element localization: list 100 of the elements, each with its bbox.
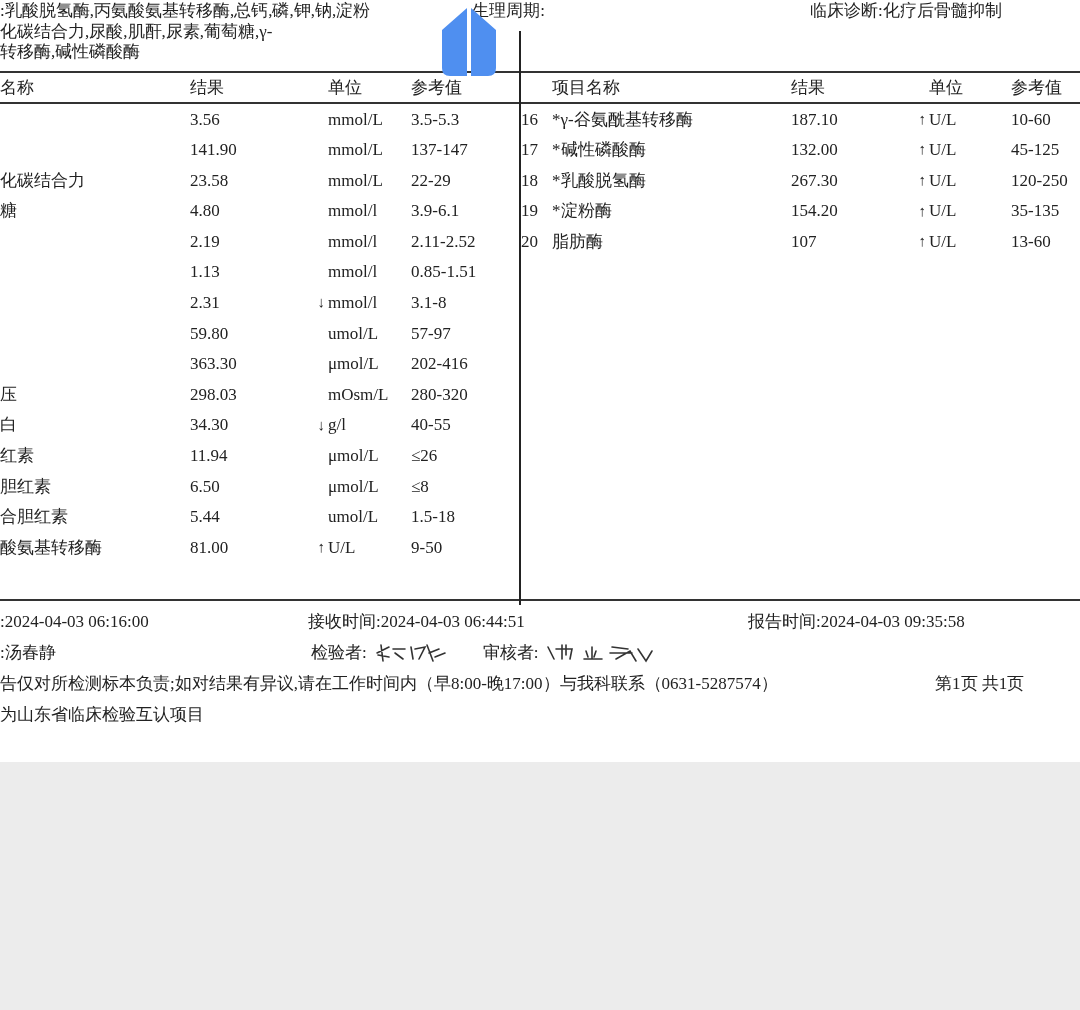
unit-text: μmol/L	[328, 476, 380, 497]
result-value: 5.44	[190, 507, 221, 527]
reviewer-label: 审核者:	[482, 643, 539, 663]
test-name: *γ-谷氨酰基转移酶	[552, 109, 694, 130]
unit-text: mOsm/L	[328, 384, 390, 405]
reference-range: 280-320	[411, 384, 469, 405]
tester-label: 检验者:	[311, 643, 367, 663]
row-number: 17	[521, 140, 539, 160]
column-header: 参考值	[1011, 77, 1063, 98]
test-name: 化碳结合力	[0, 170, 86, 191]
reference-range: 0.85-1.51	[411, 262, 478, 283]
flag-mark: ↑	[917, 110, 927, 128]
test-items-text: :乳酸脱氢酶,丙氨酸氨基转移酶,总钙,磷,钾,钠,淀粉	[0, 1, 371, 21]
unit-text: g/l	[328, 415, 347, 435]
unit-text: mmol/l	[328, 293, 379, 313]
result-value: 2.19	[190, 231, 221, 252]
column-header: 单位	[328, 77, 363, 98]
reference-range: 3.5-5.3	[411, 109, 461, 130]
reference-range: 10-60	[1011, 109, 1052, 130]
flag-mark: ↑	[917, 202, 927, 220]
unit-text: U/L	[929, 109, 958, 130]
result-value: 298.03	[190, 384, 238, 405]
result-value: 4.80	[190, 201, 221, 221]
test-name: 白	[0, 415, 18, 435]
collector-name: :汤春静	[0, 643, 57, 663]
result-value: 2.31	[190, 293, 221, 313]
disclaimer-text: 告仅对所检测标本负责;如对结果有异议,请在工作时间内（早8:00-晚17:00）与我科联系（0631-5287574）	[0, 674, 779, 694]
unit-text: U/L	[328, 537, 357, 558]
unit-text: μmol/L	[328, 354, 380, 374]
test-name: 合胆红素	[0, 507, 69, 527]
unit-text: mmol/l	[328, 231, 379, 252]
result-value: 187.10	[791, 109, 839, 130]
row-number: 18	[521, 170, 539, 191]
result-value: 59.80	[190, 323, 230, 344]
reference-range: 2.11-2.52	[411, 231, 477, 252]
report-time: 报告时间:2024-04-03 09:35:58	[748, 612, 966, 632]
result-value: 81.00	[190, 537, 230, 558]
unit-text: U/L	[929, 170, 958, 191]
column-header: 结果	[791, 77, 826, 98]
reference-range: 22-29	[411, 170, 452, 191]
result-value: 267.30	[791, 170, 839, 191]
test-name: 糖	[0, 201, 18, 221]
reference-range: 137-147	[411, 140, 469, 160]
flag-mark: ↑	[917, 141, 927, 159]
result-value: 6.50	[190, 476, 221, 497]
test-name: 酸氨基转移酶	[0, 537, 103, 558]
reference-range: 3.1-8	[411, 293, 448, 313]
row-number: 20	[521, 231, 539, 252]
test-name: 脂肪酶	[552, 231, 604, 252]
row-number: 19	[521, 201, 539, 221]
result-value: 154.20	[791, 201, 839, 221]
result-value: 1.13	[190, 262, 221, 283]
reference-range: ≤26	[411, 446, 439, 466]
unit-text: U/L	[929, 231, 958, 252]
unit-text: U/L	[929, 140, 958, 160]
note-text: 为山东省临床检验互认项目	[0, 705, 205, 725]
test-name: 压	[0, 384, 18, 405]
result-value: 132.00	[791, 140, 839, 160]
test-name: *淀粉酶	[552, 201, 613, 221]
reference-range: 13-60	[1011, 231, 1052, 252]
reference-range: 120-250	[1011, 170, 1069, 191]
row-number: 16	[521, 109, 539, 130]
flag-mark: ↑	[316, 539, 326, 557]
unit-text: mmol/l	[328, 201, 379, 221]
unit-text: mmol/L	[328, 170, 384, 191]
test-name: 红素	[0, 446, 35, 466]
result-value: 141.90	[190, 140, 238, 160]
result-value: 107	[791, 231, 818, 252]
unit-text: mmol/L	[328, 109, 384, 130]
reference-range: 1.5-18	[411, 507, 456, 527]
column-header: 单位	[929, 77, 964, 98]
test-items-text: 转移酶,碱性磷酸酶	[0, 42, 142, 62]
result-value: 363.30	[190, 354, 238, 374]
flag-mark: ↑	[917, 172, 927, 189]
unit-text: U/L	[929, 201, 958, 221]
result-value: 34.30	[190, 415, 230, 435]
reference-range: 202-416	[411, 354, 469, 374]
test-name: *乳酸脱氢酶	[552, 170, 647, 191]
column-header: 项目名称	[552, 77, 621, 98]
reference-range: 40-55	[411, 415, 452, 435]
test-name: 胆红素	[0, 476, 52, 497]
unit-text: umol/L	[328, 323, 380, 344]
unit-text: μmol/L	[328, 446, 380, 466]
reference-range: 45-125	[1011, 140, 1061, 160]
flag-mark: ↑	[917, 233, 927, 251]
result-value: 23.58	[190, 170, 230, 191]
collection-time: :2024-04-03 06:16:00	[0, 612, 150, 632]
reference-range: 3.9-6.1	[411, 201, 461, 221]
diagnosis-text: 临床诊断:化疗后骨髓抑制	[810, 1, 1002, 20]
unit-text: mmol/l	[328, 262, 379, 283]
test-items-text: 化碳结合力,尿酸,肌酐,尿素,葡萄糖,γ-	[0, 21, 274, 42]
unit-text: mmol/L	[328, 140, 384, 160]
result-value: 3.56	[190, 109, 221, 130]
column-header: 结果	[190, 77, 225, 98]
reference-range: ≤8	[411, 476, 430, 497]
flag-mark: ↓	[316, 294, 326, 312]
receive-time: 接收时间:2024-04-03 06:44:51	[308, 612, 526, 632]
page-number: 第1页 共1页	[935, 674, 1026, 694]
reference-range: 57-97	[411, 323, 452, 344]
flag-mark: ↓	[316, 416, 326, 434]
